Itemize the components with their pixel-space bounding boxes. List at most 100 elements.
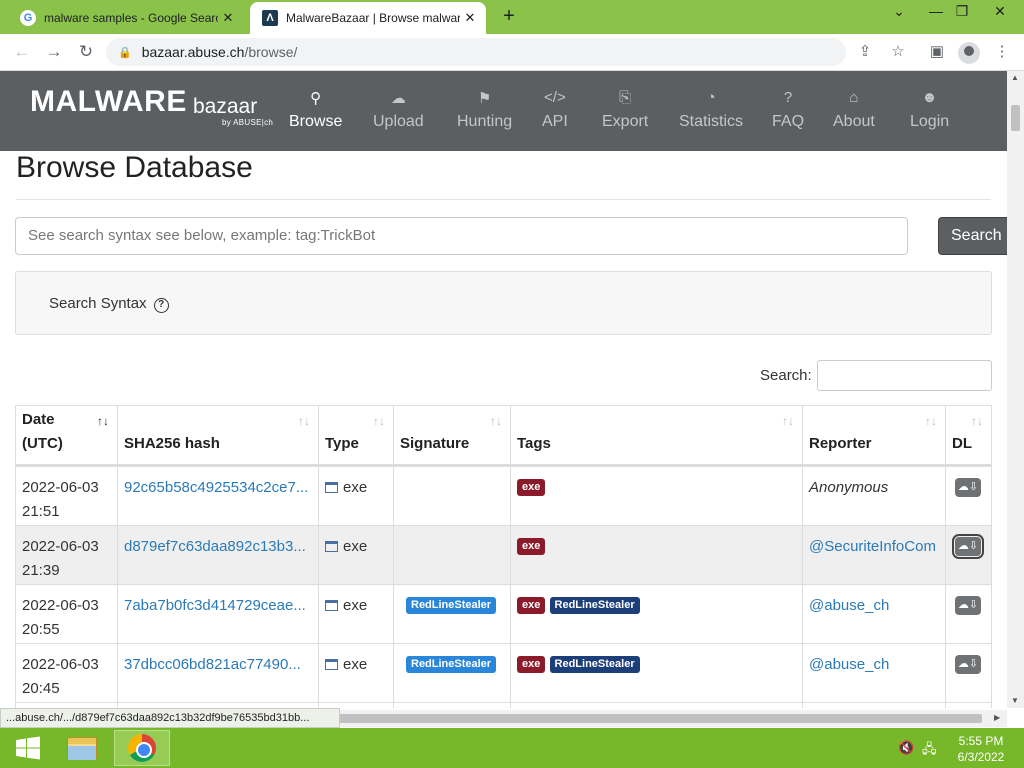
tag-badge[interactable]: RedLineStealer (549, 597, 640, 614)
column-header-reporter[interactable]: Reporter ↑↓ (802, 405, 945, 467)
download-cloud-icon[interactable]: ☁⇩ (955, 655, 981, 674)
nav-login[interactable]: ☻ Login (910, 89, 949, 131)
address-path: /browse/ (244, 44, 298, 60)
table-row: 2022-06-03 20:45 37dbcc06bd821ac77490... … (15, 644, 992, 703)
tags-cell (510, 703, 802, 708)
nav-statistics[interactable]: ◔ Statistics (679, 89, 743, 131)
file-type: exe (343, 656, 368, 673)
tag-badge[interactable]: exe (517, 538, 546, 555)
speaker-muted-icon[interactable]: 🔇 (898, 740, 914, 756)
sha256-link[interactable]: 92c65b58c4925534c2ce7... (124, 476, 308, 500)
reporter-link[interactable]: @abuse_ch (809, 594, 889, 618)
tag-badge[interactable]: RedLineStealer (549, 656, 640, 673)
hash-cell: 92c65b58c4925534c2ce7... (117, 467, 318, 526)
hash-cell: d879ef7c63daa892c13b3... (117, 526, 318, 585)
type-cell: exe (318, 644, 393, 703)
sha256-link[interactable]: 7aba7b0fc3d414729ceae... (124, 594, 306, 618)
site-logo[interactable]: MALWARE (30, 85, 187, 119)
nav-export[interactable]: ⎘ Export (602, 89, 648, 131)
column-header-signature[interactable]: Signature ↑↓ (393, 405, 510, 467)
nav-faq[interactable]: ? FAQ (772, 89, 804, 131)
nav-upload[interactable]: ☁ Upload (373, 89, 424, 131)
tab-search-chevron-icon[interactable]: ⌄ (885, 3, 913, 27)
reporter-link[interactable]: @SecuriteInfoCom (809, 535, 936, 559)
sort-desc-icon[interactable]: ↑↓ (97, 414, 109, 428)
sha256-link[interactable]: d879ef7c63daa892c13b3... (124, 535, 306, 559)
type-cell: exe (318, 585, 393, 644)
bookmark-star-icon[interactable]: ☆ (886, 40, 910, 64)
column-header-date[interactable]: Date (UTC) ↑↓ (15, 405, 117, 467)
column-header-sha256[interactable]: SHA256 hash ↑↓ (117, 405, 318, 467)
sha256-link[interactable]: 37dbcc06bd821ac77490... (124, 653, 301, 677)
new-tab-button[interactable]: + (498, 6, 520, 28)
close-icon[interactable]: ✕ (460, 10, 480, 26)
signature-cell (393, 703, 510, 708)
nav-hunting[interactable]: ⚑ Hunting (457, 89, 512, 131)
clock-time[interactable]: 5:55 PM (955, 734, 1007, 748)
sort-icon[interactable]: ↑↓ (373, 414, 385, 428)
clock-date[interactable]: 6/3/2022 (955, 750, 1007, 764)
question-circle-icon: ? (153, 298, 169, 313)
scroll-up-arrow-icon[interactable]: ▲ (1011, 73, 1019, 82)
search-syntax-toggle[interactable]: Search Syntax ? (49, 295, 169, 313)
file-type: exe (343, 597, 368, 614)
back-arrow-icon[interactable]: ← (10, 40, 34, 64)
download-cloud-icon[interactable]: ☁⇩ (955, 596, 981, 615)
signature-badge[interactable]: RedLineStealer (406, 597, 497, 614)
windows-start-icon[interactable] (0, 730, 56, 766)
network-icon[interactable]: 🖧 (922, 740, 937, 762)
sort-icon[interactable]: ↑↓ (971, 414, 983, 428)
file-explorer-icon[interactable] (54, 730, 110, 766)
cloud-upload-icon: ☁ (390, 90, 406, 107)
window-close-icon[interactable]: ✕ (986, 3, 1014, 27)
chrome-taskbar-icon[interactable] (114, 730, 170, 766)
vertical-scrollbar[interactable]: ▲ ▼ (1007, 71, 1024, 708)
date-cell: 2022-06-03 21:39 (15, 526, 117, 585)
browser-toolbar: ← → ↻ 🔒 bazaar.abuse.ch/browse/ ⇪ ☆ ▣ ⋮ (0, 34, 1024, 71)
lock-icon: 🔒 (118, 46, 132, 59)
download-cloud-icon[interactable]: ☁⇩ (952, 534, 984, 559)
scroll-down-arrow-icon[interactable]: ▼ (1011, 696, 1019, 705)
site-logo-sub[interactable]: bazaar (193, 95, 257, 119)
column-header-type[interactable]: Type ↑↓ (318, 405, 393, 467)
tab-google-search[interactable]: G malware samples - Google Search ✕ (8, 2, 244, 34)
reporter-link[interactable]: @abuse_ch (809, 653, 889, 677)
search-button[interactable]: Search (938, 217, 1007, 255)
menu-kebab-icon[interactable]: ⋮ (990, 40, 1014, 64)
table-filter-input[interactable] (817, 360, 992, 391)
nav-about[interactable]: ⌂ About (833, 89, 875, 131)
side-panel-icon[interactable]: ▣ (925, 40, 949, 64)
vertical-scroll-thumb[interactable] (1011, 105, 1020, 131)
scroll-right-arrow-icon[interactable]: ▶ (994, 713, 1000, 722)
restore-icon[interactable]: ❐ (948, 3, 976, 27)
tag-badge[interactable]: exe (517, 597, 546, 614)
page-content: Browse Database See search syntax see be… (0, 151, 1007, 708)
nav-label: Login (910, 113, 950, 130)
profile-avatar-icon[interactable] (958, 42, 980, 64)
download-cloud-icon[interactable]: ☁⇩ (955, 478, 981, 497)
time: 20:45 (22, 680, 60, 697)
column-header-dl[interactable]: DL ↑↓ (945, 405, 992, 467)
nav-browse[interactable]: ⚲ Browse (289, 89, 342, 131)
tags-cell: exe (510, 526, 802, 585)
signature-badge[interactable]: RedLineStealer (406, 656, 497, 673)
tab-malwarebazaar[interactable]: Λ MalwareBazaar | Browse malware ✕ (250, 2, 486, 34)
search-input[interactable]: See search syntax see below, example: ta… (15, 217, 908, 255)
nav-api[interactable]: </> API (542, 89, 568, 131)
search-syntax-panel[interactable]: Search Syntax ? (15, 271, 992, 335)
tag-badge[interactable]: exe (517, 656, 546, 673)
sort-icon[interactable]: ↑↓ (298, 414, 310, 428)
sort-icon[interactable]: ↑↓ (925, 414, 937, 428)
reload-icon[interactable]: ↻ (74, 40, 98, 64)
share-icon[interactable]: ⇪ (853, 40, 877, 64)
tag-badge[interactable]: exe (517, 479, 546, 496)
forward-arrow-icon[interactable]: → (42, 40, 66, 64)
sort-icon[interactable]: ↑↓ (782, 414, 794, 428)
header-label: Signature (400, 435, 470, 452)
sort-icon[interactable]: ↑↓ (490, 414, 502, 428)
minimize-icon[interactable]: — (922, 3, 950, 27)
nav-label: Browse (289, 113, 343, 130)
address-bar[interactable]: 🔒 bazaar.abuse.ch/browse/ (106, 38, 846, 66)
column-header-tags[interactable]: Tags ↑↓ (510, 405, 802, 467)
close-icon[interactable]: ✕ (218, 10, 238, 26)
